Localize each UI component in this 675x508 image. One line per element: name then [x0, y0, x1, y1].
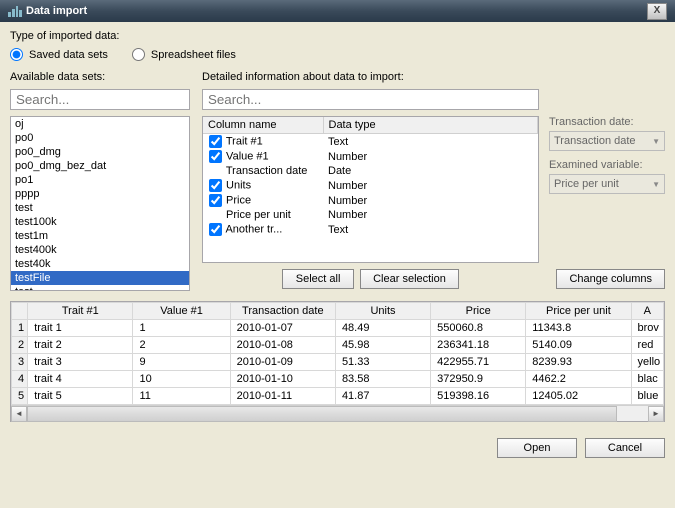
preview-header[interactable]: Price per unit	[526, 303, 631, 320]
detail-label: Detailed information about data to impor…	[202, 71, 665, 83]
preview-row[interactable]: 5trait 5112010-01-1141.87519398.1612405.…	[12, 388, 664, 405]
list-item[interactable]: test	[11, 201, 189, 215]
scroll-left-icon[interactable]: ◄	[11, 406, 27, 422]
column-row[interactable]: Transaction dateDate	[203, 164, 538, 178]
radio-saved[interactable]: Saved data sets	[10, 48, 108, 61]
scroll-right-icon[interactable]: ►	[648, 406, 664, 422]
window-title: Data import	[26, 5, 87, 17]
scroll-thumb[interactable]	[27, 406, 617, 422]
preview-row[interactable]: 4trait 4102010-01-1083.58372950.94462.2b…	[12, 371, 664, 388]
list-item[interactable]: po0_dmg	[11, 145, 189, 159]
column-row[interactable]: Price per unitNumber	[203, 208, 538, 222]
detail-search[interactable]	[202, 89, 539, 110]
chevron-down-icon: ▼	[652, 180, 660, 189]
select-all-button[interactable]: Select all	[282, 269, 354, 289]
transaction-date-label: Transaction date:	[549, 116, 665, 128]
column-checkbox[interactable]	[209, 135, 222, 148]
column-checkbox[interactable]	[209, 179, 222, 192]
column-row[interactable]: Another tr...Text	[203, 222, 538, 237]
column-row[interactable]: Value #1Number	[203, 149, 538, 164]
preview-table[interactable]: Trait #1Value #1Transaction dateUnitsPri…	[10, 301, 665, 422]
column-checkbox[interactable]	[209, 194, 222, 207]
preview-header[interactable]: Transaction date	[230, 303, 335, 320]
type-label: Type of imported data:	[10, 30, 665, 42]
preview-header[interactable]	[12, 303, 28, 320]
column-row[interactable]: Trait #1Text	[203, 134, 538, 150]
list-item[interactable]: test_	[11, 285, 189, 291]
column-checkbox[interactable]	[209, 150, 222, 163]
transaction-date-combo[interactable]: Transaction date▼	[549, 131, 665, 151]
available-search[interactable]	[10, 89, 190, 110]
examined-variable-label: Examined variable:	[549, 159, 665, 171]
radio-spreadsheet[interactable]: Spreadsheet files	[132, 48, 236, 61]
change-columns-button[interactable]: Change columns	[556, 269, 665, 289]
clear-selection-button[interactable]: Clear selection	[360, 269, 459, 289]
list-item[interactable]: po0_dmg_bez_dat	[11, 159, 189, 173]
list-item[interactable]: pppp	[11, 187, 189, 201]
preview-row[interactable]: 3trait 392010-01-0951.33422955.718239.93…	[12, 354, 664, 371]
list-item[interactable]: test400k	[11, 243, 189, 257]
chevron-down-icon: ▼	[652, 137, 660, 146]
examined-variable-combo[interactable]: Price per unit▼	[549, 174, 665, 194]
chart-icon	[8, 5, 22, 17]
preview-header[interactable]: Price	[431, 303, 526, 320]
column-table[interactable]: Column name Data type Trait #1Text Value…	[202, 116, 539, 263]
close-button[interactable]: X	[647, 3, 667, 20]
preview-row[interactable]: 1trait 112010-01-0748.49550060.811343.8b…	[12, 320, 664, 337]
column-checkbox[interactable]	[209, 223, 222, 236]
col-header-name[interactable]: Column name	[203, 117, 323, 134]
available-label: Available data sets:	[10, 71, 190, 83]
list-item[interactable]: po0	[11, 131, 189, 145]
available-list[interactable]: ojpo0po0_dmgpo0_dmg_bez_datpo1pppptestte…	[10, 116, 190, 291]
list-item[interactable]: test100k	[11, 215, 189, 229]
list-item[interactable]: test1m	[11, 229, 189, 243]
open-button[interactable]: Open	[497, 438, 577, 458]
list-item[interactable]: testFile	[11, 271, 189, 285]
column-row[interactable]: PriceNumber	[203, 193, 538, 208]
col-header-type[interactable]: Data type	[323, 117, 538, 134]
radio-saved-input[interactable]	[10, 48, 23, 61]
radio-spreadsheet-input[interactable]	[132, 48, 145, 61]
horizontal-scrollbar[interactable]: ◄ ►	[11, 405, 664, 421]
list-item[interactable]: po1	[11, 173, 189, 187]
preview-header[interactable]: Value #1	[133, 303, 230, 320]
preview-header[interactable]: Trait #1	[28, 303, 133, 320]
titlebar: Data import X	[0, 0, 675, 22]
column-row[interactable]: UnitsNumber	[203, 178, 538, 193]
list-item[interactable]: oj	[11, 117, 189, 131]
preview-header[interactable]: A	[631, 303, 663, 320]
cancel-button[interactable]: Cancel	[585, 438, 665, 458]
list-item[interactable]: test40k	[11, 257, 189, 271]
preview-header[interactable]: Units	[335, 303, 430, 320]
preview-row[interactable]: 2trait 222010-01-0845.98236341.185140.09…	[12, 337, 664, 354]
